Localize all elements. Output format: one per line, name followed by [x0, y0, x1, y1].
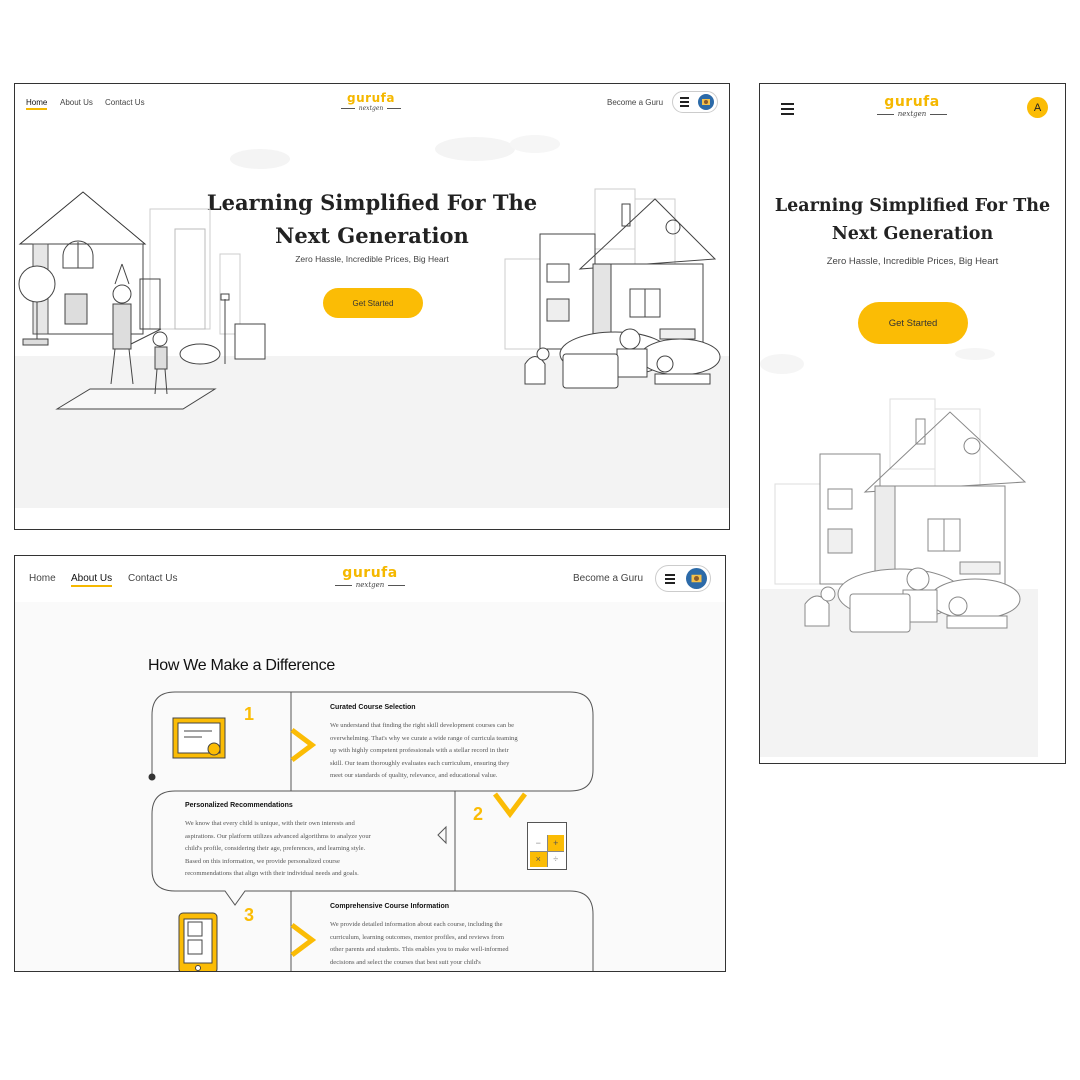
hamburger-menu-icon [665, 573, 675, 584]
calc-minus-key: − [530, 835, 547, 851]
get-started-button[interactable]: Get Started [858, 302, 968, 344]
house-family-illustration [774, 398, 1027, 633]
calc-plus-key: + [547, 835, 564, 851]
brand-logo[interactable]: gurufa nextgen [335, 565, 405, 589]
logo-tagline: nextgen [335, 581, 405, 589]
nav-contact-link[interactable]: Contact Us [128, 573, 177, 584]
step-3-line: We provide detailed information about ea… [330, 921, 503, 928]
clouds-decoration [760, 348, 995, 374]
hero-title-line-2: Next Generation [831, 224, 994, 244]
become-guru-link[interactable]: Become a Guru [607, 98, 663, 107]
nav-contact-link[interactable]: Contact Us [105, 98, 145, 107]
step-3-line: other parents and students. This enables… [330, 946, 509, 954]
account-menu-pill[interactable] [655, 565, 711, 592]
step-1-card: Curated Course Selection We understand t… [330, 704, 554, 783]
step-2-description: We know that every child is unique, with… [185, 818, 409, 881]
step-1-line: up with highly competent professionals w… [330, 747, 509, 755]
chevron-down-icon [493, 792, 527, 819]
hero-title: Learning Simplified For The Next Generat… [760, 192, 1065, 248]
step-3-card: Comprehensive Course Information We prov… [330, 903, 554, 969]
calc-divide-key: ÷ [547, 851, 564, 867]
profile-avatar[interactable]: A [1027, 97, 1048, 118]
desktop-home-screenshot: Home About Us Contact Us Become a Guru g… [14, 83, 730, 530]
house-yoga-illustration [18, 191, 266, 410]
house-family-illustration [504, 188, 721, 389]
step-2-line: We know that every child is unique, with… [185, 820, 355, 827]
calculator-icon: − + × ÷ [527, 822, 567, 870]
become-guru-link[interactable]: Become a Guru [573, 573, 643, 584]
step-1-title: Curated Course Selection [330, 704, 416, 711]
logo-wordmark: gurufa [347, 91, 395, 105]
step-3-line: decisions and select the courses that be… [330, 958, 481, 966]
hero-title-line-1: Learning Simplified For The [774, 196, 1051, 216]
step-3-description: We provide detailed information about ea… [330, 919, 554, 969]
logo-tagline: nextgen [877, 110, 947, 118]
hero-subtitle: Zero Hassle, Incredible Prices, Big Hear… [826, 256, 999, 267]
chevron-right-icon [290, 923, 316, 957]
nav-home-link[interactable]: Home [26, 98, 48, 110]
section-title: How We Make a Difference [148, 657, 335, 674]
account-menu-pill[interactable] [672, 91, 718, 113]
logo-tagline: nextgen [341, 105, 401, 112]
step-1-line: We understand that finding the right ski… [330, 722, 515, 729]
step-1-line: skill. Our team thoroughly evaluates eac… [330, 759, 510, 767]
mobile-home-screenshot: gurufa nextgen A Learning Simplified For… [759, 83, 1066, 764]
step-2-line: aspirations. Our platform utilizes advan… [185, 832, 371, 840]
step-2-number: 2 [473, 804, 484, 824]
nav-home-link[interactable]: Home [29, 573, 56, 584]
brand-logo[interactable]: gurufa nextgen [877, 94, 947, 118]
step-2-line: Based on this information, we provide pe… [185, 857, 340, 865]
calc-times-key: × [530, 851, 547, 867]
step-2-title: Personalized Recommendations [185, 802, 293, 809]
step-2-line: child's profile, considering their age, … [185, 845, 366, 853]
hamburger-menu-icon [680, 97, 689, 107]
step-1-number: 1 [244, 704, 255, 724]
step-1-description: We understand that finding the right ski… [330, 720, 554, 783]
step-1-line: meet our standards of quality, relevance… [330, 772, 498, 780]
step-3-title: Comprehensive Course Information [330, 903, 450, 910]
avatar-icon [698, 94, 714, 110]
chevron-right-icon [290, 728, 316, 762]
logo-wordmark: gurufa [884, 94, 940, 110]
step-3-line: curriculum, learning outcomes, mentor pr… [330, 933, 504, 941]
step-1-line: overwhelming. That's why we curate a wid… [330, 734, 518, 742]
logo-wordmark: gurufa [342, 565, 398, 581]
avatar-icon [686, 568, 707, 589]
step-2-line: recommendations that align with their in… [185, 870, 359, 878]
tablet-icon [178, 912, 218, 971]
hamburger-menu-icon[interactable] [781, 103, 794, 115]
get-started-button[interactable]: Get Started [323, 288, 423, 318]
clouds-decoration [230, 135, 560, 169]
nav-about-link[interactable]: About Us [60, 98, 93, 107]
step-3-number: 3 [244, 905, 255, 925]
brand-logo[interactable]: gurufa nextgen [341, 91, 401, 112]
step-2-card: Personalized Recommendations We know tha… [185, 802, 409, 881]
certificate-icon [172, 717, 226, 759]
nav-about-link[interactable]: About Us [71, 573, 113, 587]
desktop-about-screenshot: Home About Us Contact Us Become a Guru g… [14, 555, 726, 972]
